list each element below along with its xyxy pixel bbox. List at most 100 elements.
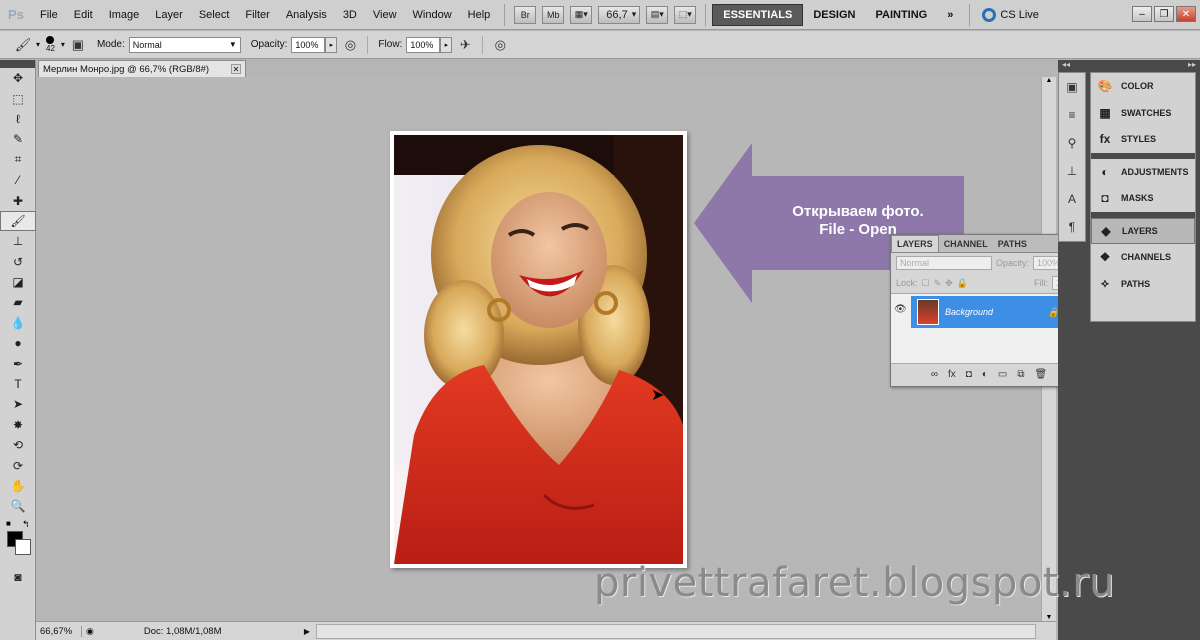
adjustment-layer-icon[interactable]: ◐ [982,369,988,380]
expand-dock-icon[interactable]: ▸▸ [1188,60,1196,70]
more-workspaces-button[interactable]: » [937,4,963,26]
quick-mask-icon[interactable]: ◙ [0,567,36,587]
pen-tool-icon[interactable]: ✒ [0,353,36,373]
restore-button[interactable]: ❐ [1154,6,1174,22]
opacity-input[interactable]: 100% [291,36,326,53]
menu-edit[interactable]: Edit [66,9,101,21]
history-brush-tool-icon[interactable]: ↺ [0,252,36,272]
flow-input[interactable]: 100% [406,36,441,53]
new-group-icon[interactable]: ▭ [998,369,1007,380]
lock-all-icon[interactable]: 🔒 [957,278,968,289]
minimize-button[interactable]: – [1132,6,1152,22]
brush-tool-icon[interactable]: 🖌 [0,210,36,232]
screen-mode-button[interactable]: ⬚▾ [674,5,697,24]
menu-view[interactable]: View [365,9,405,21]
brush-tool-preset-icon[interactable]: 🖌 [14,36,32,54]
zoom-level-button[interactable]: 66,7 ▾ [598,5,641,24]
scroll-down-icon[interactable]: ▼ [1042,614,1056,621]
gradient-tool-icon[interactable]: ▰ [0,292,36,312]
background-color[interactable] [15,538,31,555]
dodge-tool-icon[interactable]: ● [0,333,36,353]
dock-item-color[interactable]: 🎨 COLOR [1091,73,1195,100]
mode-select[interactable]: Normal ▼ [128,36,241,53]
eyedropper-tool-icon[interactable]: ⁄ [0,170,36,190]
character-panel-icon[interactable]: A [1059,185,1085,213]
3d-rotate-tool-icon[interactable]: ⟲ [0,435,36,455]
clone-source-icon[interactable]: ⚲ [1059,129,1085,157]
path-selection-tool-icon[interactable]: ➤ [0,394,36,414]
delete-layer-icon[interactable]: 🗑 [1034,369,1047,380]
dock-item-paths[interactable]: ⟡ PATHS [1091,271,1195,298]
brush-presets-icon[interactable]: ≡ [1059,101,1085,129]
opacity-slider-button[interactable]: ▸ [325,36,338,53]
workspace-essentials[interactable]: ESSENTIALS [712,3,804,26]
extras-button[interactable]: ▦▾ [570,5,593,24]
collapse-dock-icon[interactable]: ◂◂ [1062,60,1070,70]
menu-filter[interactable]: Filter [237,9,277,21]
type-tool-icon[interactable]: T [0,374,36,394]
link-layers-icon[interactable]: ∞ [931,369,938,380]
clone-stamp-tool-icon[interactable]: ⊥ [0,231,36,251]
crop-tool-icon[interactable]: ⌗ [0,150,36,170]
status-menu-arrow[interactable]: ▶ [304,627,310,636]
hand-tool-icon[interactable]: ✋ [0,476,36,496]
menu-analysis[interactable]: Analysis [278,9,335,21]
document-tab[interactable]: Мерлин Монро.jpg @ 66,7% (RGB/8#) ✕ [38,60,246,77]
dock-item-swatches[interactable]: ▦ SWATCHES [1091,100,1195,127]
swap-colors-icon[interactable]: ↰ [22,519,30,530]
layer-row-background[interactable]: Background 🔒 [911,296,1071,328]
airbrush-icon[interactable]: ✈ [456,36,474,54]
menu-window[interactable]: Window [405,9,460,21]
dock-item-styles[interactable]: fx STYLES [1091,126,1195,153]
add-mask-icon[interactable]: ◘ [966,369,972,380]
menu-3d[interactable]: 3D [335,9,365,21]
zoom-tool-icon[interactable]: 🔍 [0,496,36,516]
dock-item-masks[interactable]: ◘ MASKS [1091,185,1195,212]
mini-bridge-icon[interactable]: ▣ [1059,73,1085,101]
mini-bridge-button[interactable]: Mb [542,5,565,24]
menu-select[interactable]: Select [191,9,238,21]
lock-transparent-icon[interactable]: ☐ [922,278,930,289]
dock-item-channels[interactable]: ❖ CHANNELS [1091,244,1195,271]
status-info-icon[interactable]: ◉ [86,626,94,637]
tools-panel-header[interactable] [0,60,35,68]
close-document-icon[interactable]: ✕ [231,64,241,74]
3d-orbit-tool-icon[interactable]: ⟳ [0,455,36,475]
eraser-tool-icon[interactable]: ◪ [0,272,36,292]
lasso-tool-icon[interactable]: ℓ [0,109,36,129]
blur-tool-icon[interactable]: 💧 [0,313,36,333]
bridge-button[interactable]: Br [514,5,537,24]
layer-style-icon[interactable]: fx [948,369,956,380]
menu-help[interactable]: Help [460,9,499,21]
quick-selection-tool-icon[interactable]: ✎ [0,129,36,149]
visibility-eye-icon[interactable]: 👁 [894,304,907,315]
marquee-tool-icon[interactable]: ⬚ [0,88,36,108]
default-colors-icon[interactable]: ■ [6,519,11,528]
flow-slider-button[interactable]: ▸ [440,36,453,53]
brush-size-picker[interactable]: 42 [46,36,55,53]
arrange-documents-button[interactable]: ▤▾ [646,5,669,24]
paragraph-panel-icon[interactable]: ¶ [1059,213,1085,241]
blend-mode-select[interactable]: Normal [896,256,992,270]
document-image[interactable] [390,131,687,568]
tab-paths[interactable]: PATHS [993,236,1032,252]
workspace-design[interactable]: DESIGN [803,4,865,26]
tool-presets-icon[interactable]: ⊥ [1059,157,1085,185]
brush-panel-toggle-icon[interactable]: ▣ [69,36,87,54]
horizontal-scrollbar[interactable] [316,623,1036,639]
tab-layers[interactable]: LAYERS [891,235,939,252]
preset-dropdown-arrow[interactable]: ▾ [36,40,40,49]
dock-item-layers[interactable]: ◆ LAYERS [1091,217,1195,244]
shape-tool-icon[interactable]: ✸ [0,415,36,435]
brush-dropdown-arrow[interactable]: ▾ [61,40,65,49]
new-layer-icon[interactable]: ⧉ [1017,369,1024,380]
status-zoom[interactable]: 66,67% [36,625,82,637]
lock-position-icon[interactable]: ✥ [945,278,953,289]
menu-layer[interactable]: Layer [147,9,191,21]
pressure-size-icon[interactable]: ◎ [491,36,509,54]
menu-image[interactable]: Image [101,9,148,21]
scroll-up-icon[interactable]: ▲ [1042,77,1056,84]
tab-channels[interactable]: CHANNEL [939,236,993,252]
healing-brush-tool-icon[interactable]: ✚ [0,190,36,210]
cs-live-button[interactable]: CS Live [982,7,1039,22]
